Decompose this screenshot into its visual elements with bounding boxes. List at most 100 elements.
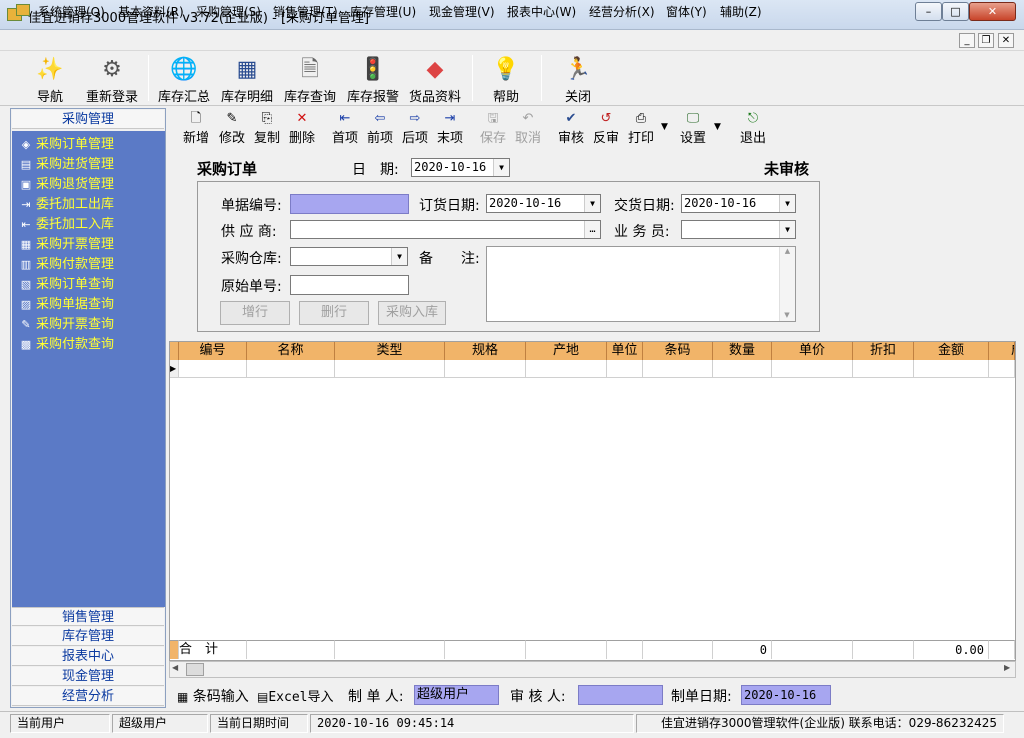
new-button[interactable]: 🗋 新增 [180, 110, 212, 146]
section-cash[interactable]: 现金管理 [12, 667, 164, 686]
col-header-name[interactable]: 名称 [247, 342, 335, 360]
copy-button[interactable]: ⎘ 复制 [251, 110, 283, 146]
excel-import-button[interactable]: ▤Excel导入 [257, 686, 333, 705]
relogin-button[interactable]: ⚙ 重新登录 [82, 52, 142, 105]
help-button[interactable]: 💡 帮助 [484, 52, 528, 105]
menu-analysis[interactable]: 经营分析(X) [589, 3, 655, 20]
col-header-origin[interactable]: 产地 [526, 342, 607, 360]
scroll-thumb[interactable] [186, 663, 204, 676]
row-indicator-icon[interactable]: ▶ [170, 360, 179, 378]
menu-purchase[interactable]: 采购管理(S) [196, 3, 261, 20]
cell-amount[interactable] [914, 360, 989, 378]
exit-button[interactable]: ⎋ 退出 [737, 110, 769, 146]
delivery-date-picker[interactable]: 2020-10-16 ▼ [681, 194, 796, 213]
cancel-button[interactable]: ↶ 取消 [512, 110, 544, 146]
close-app-button[interactable]: 🏃 关闭 [556, 52, 600, 105]
nav-payment-query[interactable]: ▩ 采购付款查询 [18, 335, 114, 355]
cell-code[interactable] [179, 360, 247, 378]
delete-button[interactable]: ✕ 删除 [286, 110, 318, 146]
scroll-right-icon[interactable]: ▶ [1004, 663, 1010, 672]
order-date-picker[interactable]: 2020-10-16 ▼ [486, 194, 601, 213]
col-header-price[interactable]: 单价 [772, 342, 853, 360]
cell-barcode[interactable] [643, 360, 713, 378]
supplier-input[interactable]: … [290, 220, 601, 239]
nav-outsource-in[interactable]: ⇤ 委托加工入库 [18, 215, 114, 235]
edit-button[interactable]: ✎ 修改 [216, 110, 248, 146]
mdi-minimize-button[interactable]: _ [959, 33, 975, 48]
cell-unit[interactable] [607, 360, 643, 378]
stock-detail-button[interactable]: ▦ 库存明细 [217, 52, 277, 105]
nav-invoice-mgmt[interactable]: ▦ 采购开票管理 [18, 235, 114, 255]
col-header-amount[interactable]: 金额 [914, 342, 989, 360]
purchase-in-button[interactable]: 采购入库 [378, 301, 446, 325]
scroll-left-icon[interactable]: ◀ [172, 663, 178, 672]
minimize-button[interactable]: – [915, 2, 942, 21]
menu-window[interactable]: 窗体(Y) [666, 3, 707, 20]
audit-button[interactable]: ✔ 审核 [555, 110, 587, 146]
nav-purchase-order-mgmt[interactable]: ◈ 采购订单管理 [18, 135, 114, 155]
scroll-down-icon[interactable]: ▼ [780, 311, 794, 319]
close-button[interactable]: ✕ [969, 2, 1016, 21]
nav-outsource-out[interactable]: ⇥ 委托加工出库 [18, 195, 114, 215]
settings-button[interactable]: 🖵 设置 [677, 110, 709, 146]
save-button[interactable]: 🖫 保存 [477, 110, 509, 146]
ellipsis-icon[interactable]: … [584, 221, 600, 238]
cell-spec[interactable] [445, 360, 526, 378]
cell-type[interactable] [335, 360, 445, 378]
cell-name[interactable] [247, 360, 335, 378]
settings-dropdown-icon[interactable]: ▼ [714, 122, 721, 132]
maximize-button[interactable]: □ [942, 2, 969, 21]
cell-quantity[interactable] [713, 360, 772, 378]
goods-data-button[interactable]: ◆ 货品资料 [405, 52, 465, 105]
col-header-cost[interactable]: 成 [989, 342, 1015, 360]
cell-cost[interactable] [989, 360, 1015, 378]
col-header-discount[interactable]: 折扣 [853, 342, 914, 360]
menu-system[interactable]: 系统管理(Q) [38, 3, 105, 20]
dropdown-arrow-icon[interactable]: ▼ [779, 195, 795, 212]
warehouse-select[interactable]: ▼ [290, 247, 408, 266]
dropdown-arrow-icon[interactable]: ▼ [779, 221, 795, 238]
menu-help[interactable]: 辅助(Z) [720, 3, 762, 20]
section-analysis[interactable]: 经营分析 [12, 687, 164, 706]
salesman-select[interactable]: ▼ [681, 220, 796, 239]
stock-query-button[interactable]: 🗎 库存查询 [280, 52, 340, 105]
mdi-close-button[interactable]: ✕ [998, 33, 1014, 48]
add-row-button[interactable]: 增行 [220, 301, 290, 325]
dropdown-arrow-icon[interactable]: ▼ [584, 195, 600, 212]
cell-discount[interactable] [853, 360, 914, 378]
barcode-input-button[interactable]: ▦ 条码输入 [177, 686, 249, 706]
section-sales[interactable]: 销售管理 [12, 607, 164, 626]
col-header-type[interactable]: 类型 [335, 342, 445, 360]
nav-document-query[interactable]: ▨ 采购单据查询 [18, 295, 114, 315]
col-header-quantity[interactable]: 数量 [713, 342, 772, 360]
navigate-button[interactable]: ✨ 导航 [22, 52, 78, 105]
section-reports[interactable]: 报表中心 [12, 647, 164, 666]
print-button[interactable]: ⎙ 打印 [625, 110, 657, 146]
stock-alarm-button[interactable]: 🚦 库存报警 [343, 52, 403, 105]
menu-inventory[interactable]: 库存管理(U) [350, 3, 416, 20]
next-button[interactable]: ⇨ 后项 [399, 110, 431, 146]
cell-origin[interactable] [526, 360, 607, 378]
remark-textarea[interactable]: ▲ ▼ [486, 246, 796, 322]
nav-purchase-receipt-mgmt[interactable]: ▤ 采购进货管理 [18, 155, 114, 175]
first-button[interactable]: ⇤ 首项 [329, 110, 361, 146]
doc-no-input[interactable] [290, 194, 409, 214]
col-header-code[interactable]: 编号 [179, 342, 247, 360]
scroll-up-icon[interactable]: ▲ [780, 247, 795, 255]
dropdown-arrow-icon[interactable]: ▼ [391, 248, 407, 265]
section-purchase[interactable]: 采购管理 [12, 110, 164, 129]
menu-cash[interactable]: 现金管理(V) [429, 3, 495, 20]
col-header-spec[interactable]: 规格 [445, 342, 526, 360]
menu-reports[interactable]: 报表中心(W) [507, 3, 576, 20]
unaudit-button[interactable]: ↺ 反审 [590, 110, 622, 146]
remark-scrollbar[interactable]: ▲ ▼ [779, 247, 795, 321]
menu-sales[interactable]: 销售管理(T) [273, 3, 338, 20]
orig-no-input[interactable] [290, 275, 409, 295]
mdi-restore-button[interactable]: ❐ [978, 33, 994, 48]
app-menu-icon[interactable] [16, 4, 30, 16]
nav-invoice-query[interactable]: ✎ 采购开票查询 [18, 315, 114, 335]
last-button[interactable]: ⇥ 末项 [434, 110, 466, 146]
stock-summary-button[interactable]: 🌐 库存汇总 [154, 52, 214, 105]
nav-purchase-return-mgmt[interactable]: ▣ 采购退货管理 [18, 175, 114, 195]
nav-payment-mgmt[interactable]: ▥ 采购付款管理 [18, 255, 114, 275]
